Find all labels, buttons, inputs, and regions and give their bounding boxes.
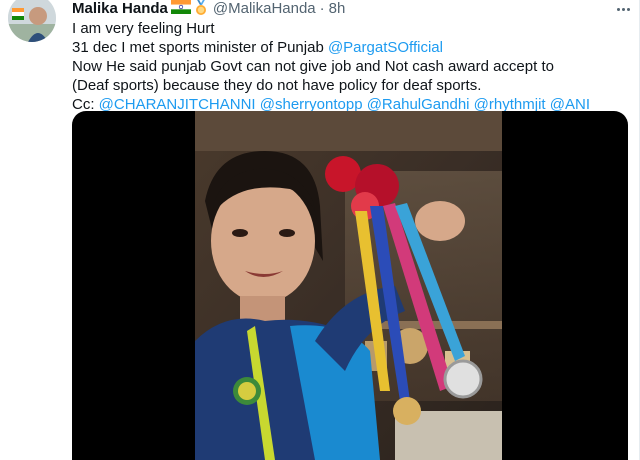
more-options-icon[interactable] xyxy=(613,2,633,16)
tweet-video[interactable] xyxy=(72,111,628,460)
tweet-timestamp[interactable]: 8h xyxy=(329,0,346,18)
avatar[interactable] xyxy=(8,0,56,42)
video-frame[interactable] xyxy=(195,111,502,460)
india-flag-icon xyxy=(170,0,191,19)
tweet-card[interactable]: Malika Handa @MalikaHanda · 8h I am very… xyxy=(0,0,640,460)
tweet-text-segment: I am very feeling Hurt xyxy=(72,20,215,37)
avatar-image xyxy=(8,0,56,42)
tweet-text-line: I am very feeling Hurt xyxy=(72,19,632,38)
tweet-text-line: Now He said punjab Govt can not give job… xyxy=(72,57,632,76)
tweet-text-line: 31 dec I met sports minister of Punjab @… xyxy=(72,38,632,57)
tweet-text-segment: 31 dec I met sports minister of Punjab xyxy=(72,39,328,56)
medal-icon xyxy=(193,0,209,21)
tweet-text-line: (Deaf sports) because they do not have p… xyxy=(72,76,632,95)
tweet-text: I am very feeling Hurt 31 dec I met sport… xyxy=(72,19,632,114)
author-name[interactable]: Malika Handa xyxy=(72,0,168,18)
tweet-text-segment: Now He said punjab Govt can not give job… xyxy=(72,58,554,75)
mention-link[interactable]: @PargatSOfficial xyxy=(328,39,443,56)
tweet-header: Malika Handa @MalikaHanda · 8h xyxy=(72,0,345,18)
video-thumbnail-image xyxy=(195,111,502,460)
author-handle[interactable]: @MalikaHanda xyxy=(213,0,316,18)
separator-dot: · xyxy=(319,0,325,17)
tweet-text-segment: (Deaf sports) because they do not have p… xyxy=(72,77,482,94)
